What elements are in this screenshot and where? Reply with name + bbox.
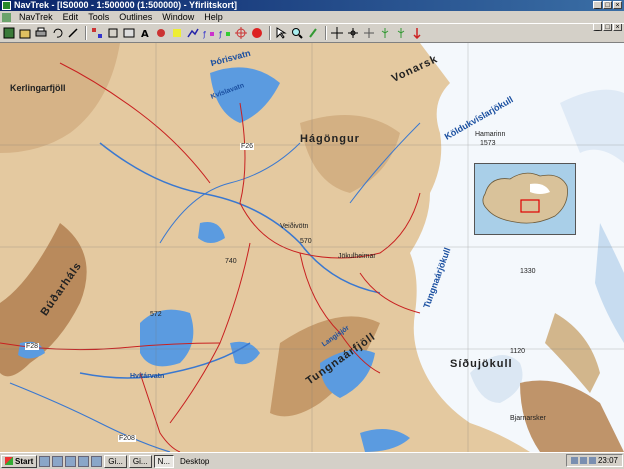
toolbar-separator bbox=[269, 26, 271, 40]
redo-icon[interactable] bbox=[66, 26, 80, 40]
pointer-icon[interactable] bbox=[274, 26, 288, 40]
track-icon[interactable] bbox=[186, 26, 200, 40]
menu-help[interactable]: Help bbox=[199, 11, 228, 23]
menu-navtrek[interactable]: NavTrek bbox=[14, 11, 58, 23]
minimize-button[interactable]: _ bbox=[593, 1, 602, 9]
map-icon[interactable] bbox=[2, 26, 16, 40]
label-kerlingarfjoll: Kerlingarfjöll bbox=[10, 83, 66, 93]
label-elev-1573: 1573 bbox=[480, 140, 496, 147]
label-jokulheimar: Jökulheimar bbox=[338, 253, 376, 260]
tray-network-icon[interactable] bbox=[570, 457, 578, 464]
label-hvitarvatn: Hvítárvatn bbox=[130, 373, 165, 380]
maximize-button[interactable]: □ bbox=[603, 1, 612, 9]
measure-icon[interactable] bbox=[306, 26, 320, 40]
label-bjarnarsker: Bjarnarsker bbox=[510, 415, 546, 422]
quicklaunch-ie-icon[interactable] bbox=[39, 455, 51, 467]
label-road-f208: F208 bbox=[118, 435, 136, 442]
label-elev-740: 740 bbox=[225, 258, 237, 265]
label-road-f28: F28 bbox=[25, 343, 40, 350]
open-icon[interactable] bbox=[18, 26, 32, 40]
download-icon[interactable]: ƒ bbox=[202, 26, 216, 40]
iceland-overview-icon bbox=[482, 172, 568, 224]
start-label: Start bbox=[15, 456, 34, 466]
frame-icon[interactable] bbox=[122, 26, 136, 40]
stop-icon[interactable] bbox=[250, 26, 264, 40]
task-button-1[interactable]: Gi... bbox=[104, 454, 127, 468]
grid-icon[interactable] bbox=[90, 26, 104, 40]
tray-app-icon[interactable] bbox=[588, 457, 596, 464]
system-tray: 23:07 bbox=[565, 454, 623, 467]
layers-icon[interactable] bbox=[106, 26, 120, 40]
label-hagongur: Hágöngur bbox=[300, 133, 360, 145]
label-sidujokull: Síðujökull bbox=[450, 358, 513, 370]
desktop-toolbar-label[interactable]: Desktop bbox=[180, 457, 209, 466]
cross2-icon[interactable] bbox=[346, 26, 360, 40]
svg-text:ƒ: ƒ bbox=[203, 30, 206, 39]
windows-flag-icon bbox=[5, 457, 13, 465]
text-icon[interactable]: A bbox=[138, 26, 152, 40]
svg-text:A: A bbox=[141, 29, 149, 39]
cross3-icon[interactable] bbox=[362, 26, 376, 40]
quicklaunch-desktop-icon[interactable] bbox=[65, 455, 77, 467]
quicklaunch-outlook-icon[interactable] bbox=[52, 455, 64, 467]
cross-icon[interactable] bbox=[330, 26, 344, 40]
map-canvas[interactable]: Hágöngur Vonarsk Köldukvíslarjökull Tung… bbox=[0, 43, 624, 452]
menu-tools[interactable]: Tools bbox=[83, 11, 114, 23]
task-button-2[interactable]: Gi... bbox=[128, 454, 152, 468]
window-title: NavTrek - [IS0000 - 1:500000 (1:500000) … bbox=[14, 0, 237, 10]
menu-bar: NavTrek Edit Tools Outlines Window Help … bbox=[0, 11, 624, 31]
app-icon[interactable] bbox=[2, 1, 11, 10]
menu-edit[interactable]: Edit bbox=[58, 11, 84, 23]
close-button[interactable]: × bbox=[613, 1, 622, 9]
window-controls: _ □ × bbox=[593, 1, 622, 9]
clock[interactable]: 23:07 bbox=[598, 456, 618, 465]
label-veidivotn: Veiðivötn bbox=[280, 223, 309, 230]
print-icon[interactable] bbox=[34, 26, 48, 40]
upload-icon[interactable]: ƒ bbox=[218, 26, 232, 40]
title-bar: NavTrek - [IS0000 - 1:500000 (1:500000) … bbox=[0, 0, 624, 11]
marker-icon[interactable] bbox=[410, 26, 424, 40]
gps-icon[interactable] bbox=[234, 26, 248, 40]
svg-text:ƒ: ƒ bbox=[219, 30, 222, 39]
label-hamarinn: Hamarinn bbox=[475, 131, 506, 138]
label-elev-572: 572 bbox=[150, 311, 162, 318]
start-button[interactable]: Start bbox=[1, 454, 38, 468]
tree-icon[interactable] bbox=[378, 26, 392, 40]
toolbar-separator bbox=[325, 26, 327, 40]
tray-volume-icon[interactable] bbox=[579, 457, 587, 464]
label-elev-1120: 1120 bbox=[510, 348, 526, 355]
undo-icon[interactable] bbox=[50, 26, 64, 40]
label-road-f26: F26 bbox=[240, 143, 255, 150]
quicklaunch-explorer-icon[interactable] bbox=[91, 455, 103, 467]
taskbar: Start Gi... Gi... N... Desktop 23:07 bbox=[0, 452, 624, 469]
menu-outlines[interactable]: Outlines bbox=[114, 11, 157, 23]
document-icon[interactable] bbox=[2, 12, 11, 22]
route-icon[interactable] bbox=[154, 26, 168, 40]
toolbar-separator bbox=[85, 26, 87, 40]
zoom-icon[interactable] bbox=[290, 26, 304, 40]
label-elev-1330: 1330 bbox=[520, 268, 536, 275]
menu-window[interactable]: Window bbox=[157, 11, 199, 23]
quicklaunch-media-icon[interactable] bbox=[78, 455, 90, 467]
map-terrain bbox=[0, 43, 624, 452]
waypoint-icon[interactable] bbox=[170, 26, 184, 40]
overview-inset-map[interactable] bbox=[474, 163, 576, 235]
tree2-icon[interactable] bbox=[394, 26, 408, 40]
toolbar: A ƒ ƒ bbox=[0, 23, 624, 43]
task-button-navtrek[interactable]: N... bbox=[153, 454, 175, 468]
label-elev-570: 570 bbox=[300, 238, 312, 245]
